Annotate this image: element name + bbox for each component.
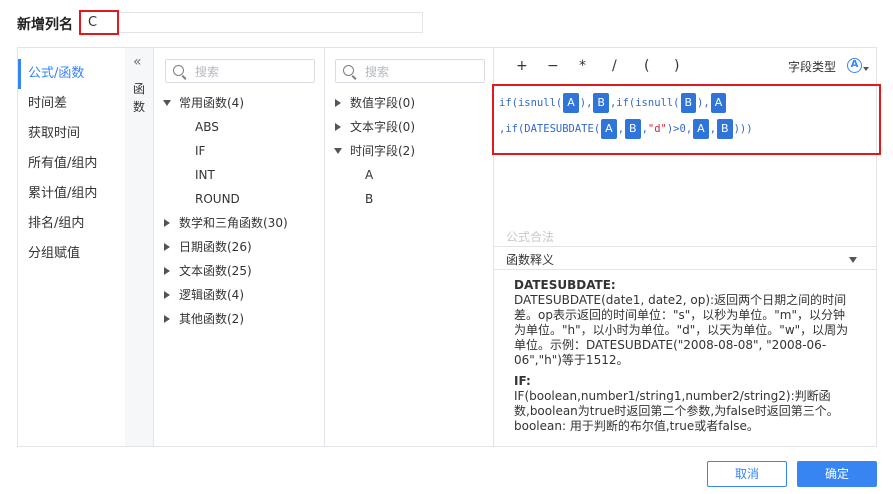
description-heading: IF: xyxy=(514,374,531,388)
column-name-input-field[interactable] xyxy=(119,12,423,33)
formula-input[interactable]: if(isnull(A), B ,if(isnull(B), A ,if(DATESU… xyxy=(492,84,881,155)
field-type-caret-icon[interactable] xyxy=(863,67,869,71)
tree-group[interactable]: 数学和三角函数(30) xyxy=(163,213,288,233)
tree-item[interactable]: B xyxy=(365,189,373,209)
description-heading: DATESUBDATE: xyxy=(514,278,616,292)
function-description-title: 函数释义 xyxy=(506,253,555,267)
field-type-label[interactable]: 字段类型 xyxy=(788,58,836,75)
caret-right-icon[interactable] xyxy=(164,266,170,275)
tree-group-label: 文本函数(25) xyxy=(179,264,252,278)
operator-button[interactable]: ) xyxy=(674,58,679,74)
caret-right-icon[interactable] xyxy=(335,122,341,131)
formula-text: ,if(isnull( xyxy=(609,97,680,109)
tree-group[interactable]: 文本字段(0) xyxy=(334,117,415,137)
tree-group-label: 数值字段(0) xyxy=(350,96,415,110)
category-item[interactable]: 所有值/组内 xyxy=(18,149,125,179)
formula-string: "d" xyxy=(647,123,667,135)
category-item[interactable]: 时间差 xyxy=(18,89,125,119)
search-icon xyxy=(173,65,184,76)
formula-valid-status: 公式合法 xyxy=(506,230,555,244)
category-item[interactable]: 累计值/组内 xyxy=(18,179,125,209)
field-token[interactable]: A xyxy=(563,93,579,113)
formula-editor: + − * /() 字段类型 A if(isnull(A), B ,if(isnull(B… xyxy=(492,48,881,446)
tree-item[interactable]: INT xyxy=(195,165,215,185)
tree-group[interactable]: 常用函数(4) xyxy=(163,93,244,113)
field-token[interactable]: A xyxy=(601,119,617,139)
operator-button[interactable]: * xyxy=(579,58,586,74)
tree-group[interactable]: 时间字段(2) xyxy=(334,141,415,161)
function-strip: « 函数 xyxy=(125,48,154,446)
field-token[interactable]: B xyxy=(593,93,609,113)
tree-item[interactable]: A xyxy=(365,165,373,185)
function-description-header[interactable]: 函数释义 xyxy=(494,246,877,270)
operator-button[interactable]: − xyxy=(547,58,559,74)
caret-right-icon[interactable] xyxy=(164,314,170,323)
category-list: 公式/函数 时间差 获取时间 所有值/组内 累计值/组内 排名/组内 分组赋值 xyxy=(18,48,125,446)
description-text: IF(boolean,number1/string1,number2/strin… xyxy=(514,389,839,433)
formula-line-2: ,if(DATESUBDATE(A, B ,"d")>0, A, B))) xyxy=(499,119,753,139)
caret-down-icon[interactable] xyxy=(334,147,342,154)
confirm-button[interactable]: 确定 xyxy=(797,461,877,487)
field-search-placeholder: 搜索 xyxy=(365,65,390,79)
caret-right-icon[interactable] xyxy=(164,242,170,251)
tree-group[interactable]: 其他函数(2) xyxy=(163,309,244,329)
tree-group-label: 其他函数(2) xyxy=(179,312,244,326)
formula-text: ))) xyxy=(733,123,753,135)
formula-text: ), xyxy=(697,97,710,109)
category-item[interactable]: 分组赋值 xyxy=(18,239,125,269)
category-item[interactable]: 排名/组内 xyxy=(18,209,125,239)
formula-text: if(isnull( xyxy=(499,97,563,109)
operator-button[interactable]: + xyxy=(516,58,528,74)
tree-group-label: 日期函数(26) xyxy=(179,240,252,254)
category-item[interactable]: 公式/函数 xyxy=(18,59,125,89)
formula-text: )>0, xyxy=(666,123,693,135)
column-name-input[interactable]: C xyxy=(79,10,119,35)
formula-text: ), xyxy=(579,97,593,109)
tree-group-label: 时间字段(2) xyxy=(350,144,415,158)
tree-item[interactable]: ROUND xyxy=(195,189,240,209)
collapse-double-chevron-icon[interactable]: « xyxy=(133,54,142,70)
function-column: 搜索 常用函数(4) ABS IF INT ROUND 数学和三角函数(30) 日期函数(2… xyxy=(154,48,325,446)
chevron-down-icon[interactable] xyxy=(849,257,857,263)
tree-group[interactable]: 数值字段(0) xyxy=(334,93,415,113)
function-description-body: DATESUBDATE: DATESUBDATE(date1, date2, o… xyxy=(514,278,854,440)
function-search-placeholder: 搜索 xyxy=(195,65,220,79)
tree-item[interactable]: ABS xyxy=(195,117,219,137)
field-token[interactable]: B xyxy=(680,93,697,113)
field-search-input[interactable]: 搜索 xyxy=(335,59,485,83)
operator-button[interactable]: / xyxy=(612,58,617,74)
formula-panel: 公式/函数 时间差 获取时间 所有值/组内 累计值/组内 排名/组内 分组赋值 « 函数 搜… xyxy=(17,47,881,447)
caret-down-icon[interactable] xyxy=(163,99,171,106)
tree-group-label: 数学和三角函数(30) xyxy=(179,216,288,230)
tree-group-label: 常用函数(4) xyxy=(179,96,244,110)
operator-button[interactable]: ( xyxy=(644,58,649,74)
field-token[interactable]: B xyxy=(717,119,733,139)
caret-right-icon[interactable] xyxy=(164,290,170,299)
search-icon xyxy=(343,65,354,76)
tree-group-label: 文本字段(0) xyxy=(350,120,415,134)
new-column-name-label: 新增列名 xyxy=(17,17,73,33)
tree-group[interactable]: 日期函数(26) xyxy=(163,237,252,257)
function-search-input[interactable]: 搜索 xyxy=(165,59,315,83)
description-text: DATESUBDATE(date1, date2, op):返回两个日期之间的时… xyxy=(514,293,849,367)
formula-line-1: if(isnull(A), B ,if(isnull(B), A xyxy=(499,93,727,113)
cancel-button[interactable]: 取消 xyxy=(707,461,787,487)
field-column: 搜索 数值字段(0) 文本字段(0) 时间字段(2) A B xyxy=(325,48,494,446)
caret-right-icon[interactable] xyxy=(164,218,170,227)
field-token[interactable]: A xyxy=(693,119,709,139)
tree-group[interactable]: 文本函数(25) xyxy=(163,261,252,281)
formula-text: , xyxy=(617,123,625,135)
formula-text: , xyxy=(709,123,717,135)
strip-label: 函数 xyxy=(133,82,146,114)
tree-item[interactable]: IF xyxy=(195,141,205,161)
formula-text: ,if(DATESUBDATE( xyxy=(499,123,601,135)
field-token[interactable]: B xyxy=(625,119,641,139)
field-token[interactable]: A xyxy=(710,93,727,113)
field-type-icon[interactable]: A xyxy=(847,58,862,73)
tree-group[interactable]: 逻辑函数(4) xyxy=(163,285,244,305)
category-item[interactable]: 获取时间 xyxy=(18,119,125,149)
tree-group-label: 逻辑函数(4) xyxy=(179,288,244,302)
caret-right-icon[interactable] xyxy=(335,98,341,107)
